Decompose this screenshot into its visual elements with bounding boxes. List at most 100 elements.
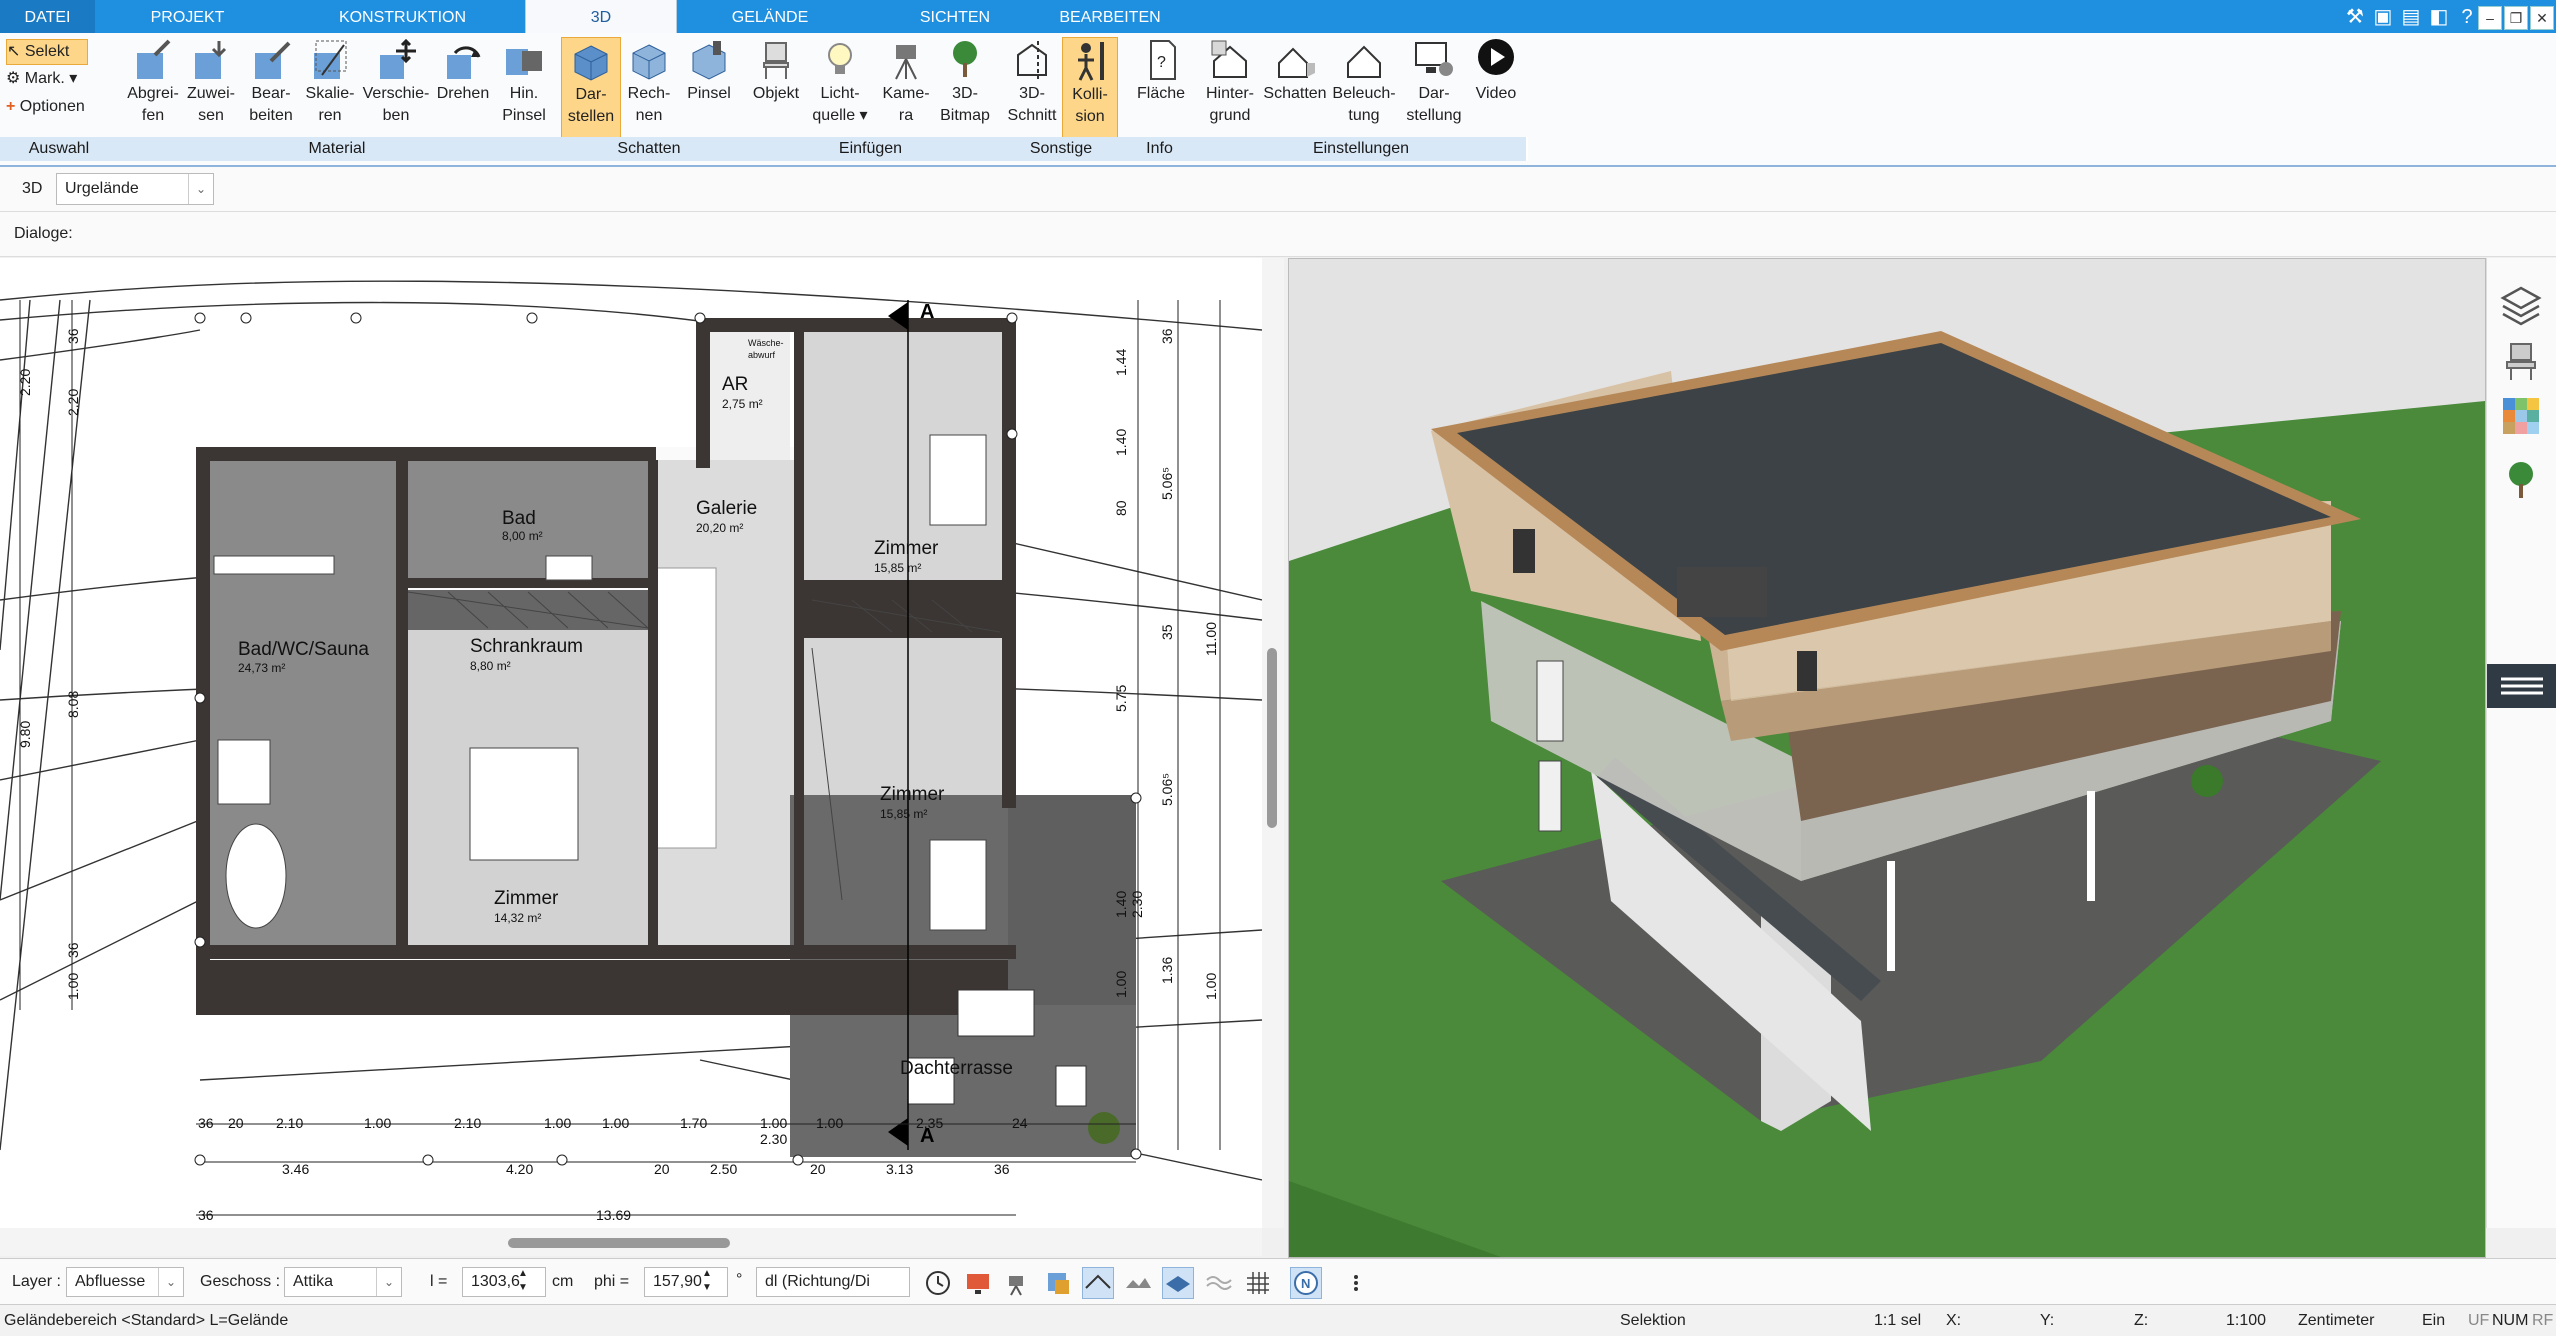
clock-icon[interactable] (922, 1267, 954, 1299)
plane-icon[interactable] (1162, 1267, 1194, 1299)
tab-konstruktion[interactable]: KONSTRUKTION (280, 0, 525, 33)
dim-bottom-2-4: 20 (810, 1161, 826, 1177)
phi-unit: ° (736, 1271, 743, 1288)
camera-view-icon[interactable] (1002, 1267, 1034, 1299)
window-icon[interactable]: ▣ (2370, 4, 2396, 30)
render-3d-icon[interactable] (1042, 1267, 1074, 1299)
verschieben-label-1: Verschie- (362, 85, 430, 102)
tab-3d[interactable]: 3D (525, 0, 677, 33)
dim-left-6: 1.00 (65, 973, 81, 1000)
dim-bottom-2-7: 2.30 (760, 1131, 787, 1147)
lichtquelle-button[interactable]: Licht-quelle ▾ (808, 37, 872, 139)
chair-catalog-icon[interactable] (2499, 338, 2543, 382)
tab-gelaende[interactable]: GELÄNDE (675, 0, 865, 33)
dim-right-4: 5.06⁵ (1159, 467, 1175, 500)
darstellung-label-1: Dar- (1418, 85, 1450, 102)
pinsel-button[interactable]: Pinsel (680, 37, 738, 139)
plants-icon[interactable] (2499, 458, 2543, 502)
beleuchtung-button[interactable]: Beleuch-tung (1330, 37, 1398, 139)
verschieben-button[interactable]: Verschie-ben (360, 37, 432, 139)
chevron-down-icon[interactable]: ⌄ (158, 1268, 183, 1296)
chevron-down-icon[interactable]: ⌄ (188, 174, 213, 204)
length-input[interactable]: 1303,6 (462, 1267, 546, 1297)
layers-icon[interactable] (2499, 282, 2543, 326)
flaeche-button[interactable]: ? Fläche (1130, 37, 1192, 139)
schatten-einstellung-button[interactable]: Schatten (1262, 37, 1328, 139)
tab-bearbeiten[interactable]: BEARBEITEN (1045, 0, 1175, 33)
kamera-button[interactable]: Kame-ra (876, 37, 936, 139)
zuweisen-label-2: sen (198, 107, 224, 124)
svg-text:N: N (1301, 1276, 1310, 1291)
palette-icon[interactable]: ◧ (2426, 4, 2452, 30)
vertical-scroll-thumb[interactable] (1267, 648, 1277, 828)
video-button[interactable]: Video (1468, 37, 1524, 139)
north-icon[interactable]: N (1290, 1267, 1322, 1299)
materials-icon[interactable] (2499, 394, 2543, 438)
dim-bottom-2-2: 20 (654, 1161, 670, 1177)
floor-plan-drawing[interactable]: A A AR 2,75 m² Wäsche- abwurf Bad 8,00 m… (0, 258, 1262, 1228)
plan-horizontal-scrollbar[interactable] (0, 1228, 1262, 1256)
3d-render[interactable] (1289, 259, 2485, 1257)
house-wire-icon[interactable] (1082, 1267, 1114, 1299)
dim-bottom-1-10: 2.35 (916, 1115, 943, 1131)
hintergrund-button[interactable]: Hinter-grund (1198, 37, 1262, 139)
3d-view[interactable] (1288, 258, 2486, 1258)
hamburger-icon (2501, 677, 2543, 695)
dialog-toolbar: Dialoge: (0, 212, 2556, 257)
objekt-label: Objekt (752, 85, 800, 102)
close-icon[interactable]: ✕ (2530, 6, 2554, 30)
minimize-icon[interactable]: – (2478, 6, 2502, 30)
terrain-icon[interactable] (1122, 1267, 1154, 1299)
terrain-select[interactable]: Urgelände ⌄ (56, 173, 214, 205)
phi-input[interactable]: 157,90 (644, 1267, 728, 1297)
hin-pinsel-button[interactable]: Hin. Pinsel (494, 37, 554, 139)
panel-toggle[interactable] (2487, 664, 2556, 708)
schnitt3d-button[interactable]: 3D- Schnitt (1003, 37, 1061, 139)
tools-icon[interactable]: ⚒ (2342, 4, 2368, 30)
dim-bottom-2-6: 36 (994, 1161, 1010, 1177)
grid-icon[interactable] (1242, 1267, 1274, 1299)
status-uf: UF (2468, 1312, 2490, 1329)
darstellung-button[interactable]: Dar-stellung (1400, 37, 1468, 139)
monitor-icon[interactable] (962, 1267, 994, 1299)
layout-icon[interactable]: ▤ (2398, 4, 2424, 30)
floor-plan-view[interactable]: A A AR 2,75 m² Wäsche- abwurf Bad 8,00 m… (0, 258, 1264, 1228)
mark-tool[interactable]: ⚙ Mark. ▾ (6, 67, 77, 91)
length-spinner[interactable]: ▲ ▼ (518, 1267, 528, 1295)
compute-cube-icon (632, 44, 666, 80)
waves-icon[interactable] (1202, 1267, 1234, 1299)
skalieren-button[interactable]: Skalie-ren (298, 37, 362, 139)
phi-spinner[interactable]: ▲ ▼ (702, 1267, 712, 1295)
dim-right-0: 36 (1159, 328, 1175, 344)
tab-sichten[interactable]: SICHTEN (865, 0, 1045, 33)
select-tool[interactable]: ↖ Selekt (6, 39, 88, 65)
room-area-zimmer-3: 14,32 m² (494, 911, 541, 925)
tab-datei[interactable]: DATEI (0, 0, 95, 33)
restore-icon[interactable]: ❐ (2504, 6, 2528, 30)
objekt-button[interactable]: Objekt (745, 37, 807, 139)
chevron-down-icon[interactable]: ⌄ (376, 1268, 401, 1296)
geschoss-select[interactable]: Attika ⌄ (284, 1267, 402, 1297)
drehen-button[interactable]: Drehen (432, 37, 494, 139)
darstellen-button[interactable]: Dar-stellen (561, 37, 621, 141)
more-icon[interactable] (1340, 1267, 1372, 1299)
group-einfuegen: Einfügen (742, 137, 1001, 161)
status-z: Z: (2134, 1312, 2149, 1329)
options-tool[interactable]: + Optionen (6, 95, 85, 119)
bearbeiten-button[interactable]: Bear-beiten (236, 37, 306, 139)
abgreifen-button[interactable]: Abgrei-fen (120, 37, 186, 139)
dim-bottom-1-5: 1.00 (544, 1115, 571, 1131)
kollision-button[interactable]: Kolli-sion (1062, 37, 1118, 141)
horizontal-scroll-thumb[interactable] (508, 1238, 730, 1248)
rechnen-button[interactable]: Rech-nen (620, 37, 678, 139)
tab-projekt[interactable]: PROJEKT (95, 0, 280, 33)
bitmap3d-button[interactable]: 3D- Bitmap (934, 37, 996, 139)
help-icon[interactable]: ? (2454, 4, 2480, 30)
plan-vertical-scrollbar[interactable] (1262, 258, 1284, 1228)
dim-right-11: 1.00 (1113, 971, 1129, 998)
zuweisen-button[interactable]: Zuwei-sen (178, 37, 244, 139)
phi-label: phi = (594, 1273, 630, 1290)
schnitt3d-label-1: 3D- (1019, 85, 1045, 102)
layer-select[interactable]: Abfluesse ⌄ (66, 1267, 184, 1297)
direction-select[interactable]: dl (Richtung/Di (756, 1267, 910, 1297)
